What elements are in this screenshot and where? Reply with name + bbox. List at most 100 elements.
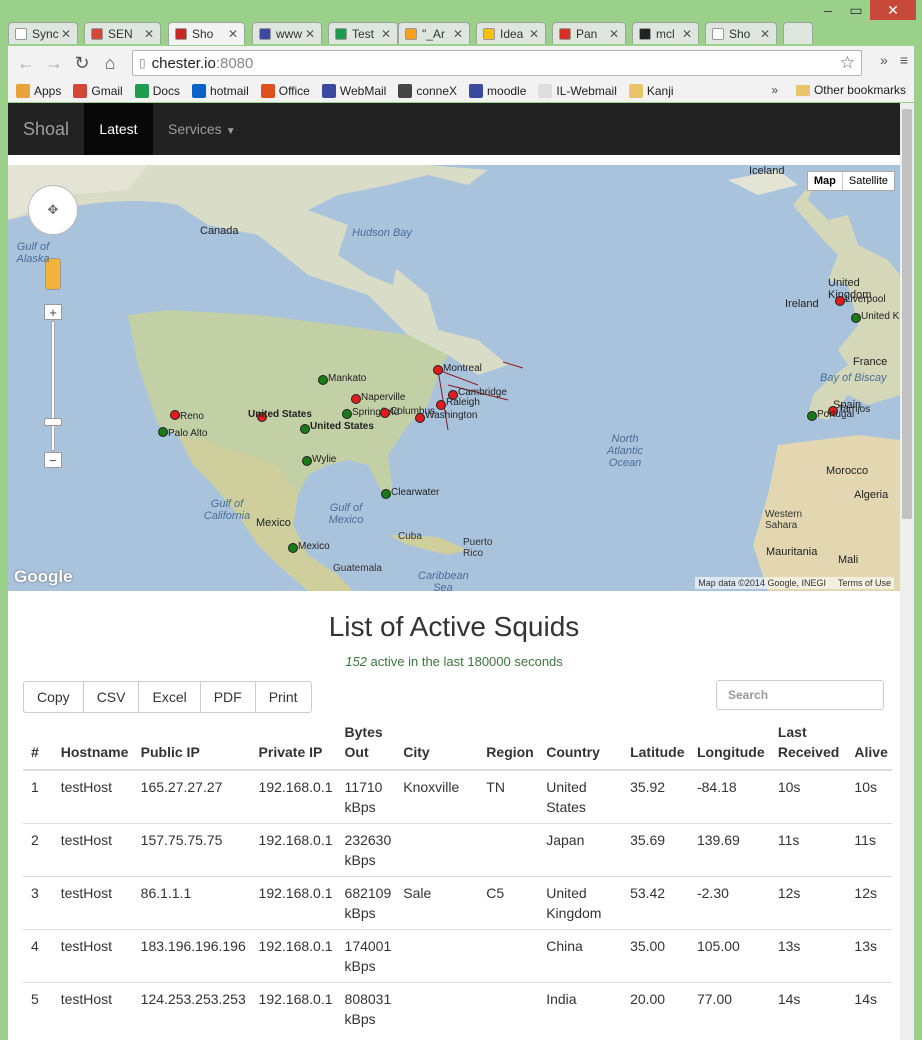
top-navbar: Shoal Latest Services ▼	[8, 103, 900, 155]
map-marker[interactable]	[318, 375, 328, 385]
search-input[interactable]: Search	[716, 680, 884, 710]
map-marker[interactable]	[288, 543, 298, 553]
map-marker[interactable]	[302, 456, 312, 466]
home-icon[interactable]: ⌂	[96, 49, 124, 77]
tab-close-icon[interactable]: ✕	[680, 27, 694, 41]
outlook-icon	[192, 84, 207, 98]
browser-tab[interactable]: Idea ✕	[476, 22, 546, 44]
tab-close-icon[interactable]: ✕	[527, 27, 541, 41]
column-header[interactable]: #	[23, 718, 53, 771]
print-button[interactable]: Print	[254, 681, 312, 713]
table-cell: -2.30	[688, 876, 770, 930]
map-marker[interactable]	[351, 394, 361, 404]
column-header[interactable]: Bytes Out	[336, 718, 396, 771]
copy-button[interactable]: Copy	[23, 681, 84, 713]
map-marker[interactable]	[807, 411, 817, 421]
table-cell: 232630 kBps	[336, 823, 396, 877]
column-header[interactable]: City	[395, 718, 479, 771]
bookmark-item[interactable]: Gmail	[73, 84, 123, 98]
browser-tab[interactable]: Sho ✕	[705, 22, 777, 44]
column-header[interactable]: Public IP	[132, 718, 251, 771]
bookmark-star-icon[interactable]: ☆	[840, 53, 855, 73]
column-header[interactable]: Private IP	[250, 718, 337, 771]
bookmark-item[interactable]: Office	[260, 84, 310, 98]
browser-tab[interactable]: Sync ✕	[8, 22, 78, 44]
bookmark-item[interactable]: Apps	[16, 84, 61, 98]
map-marker[interactable]	[835, 296, 845, 306]
csv-button[interactable]: CSV	[82, 681, 140, 713]
brand-link[interactable]: Shoal	[23, 119, 69, 140]
browser-tab[interactable]: www ✕	[252, 22, 322, 44]
table-cell: 86.1.1.1	[132, 876, 251, 930]
zoom-slider[interactable]	[51, 321, 55, 451]
tab-close-icon[interactable]: ✕	[379, 27, 393, 41]
pdf-button[interactable]: PDF	[199, 681, 256, 713]
zoom-in-icon[interactable]: +	[44, 304, 62, 320]
favicon-icon	[259, 27, 271, 40]
pan-control-icon[interactable]: ✥	[28, 185, 78, 235]
browser-tab[interactable]: SEN ✕	[84, 22, 161, 44]
tab-close-icon[interactable]: ✕	[303, 27, 317, 41]
map-marker[interactable]	[300, 424, 310, 434]
bookmark-item[interactable]: WebMail	[321, 84, 386, 98]
nav-latest[interactable]: Latest	[84, 103, 153, 155]
map-marker[interactable]	[380, 408, 390, 418]
tab-close-icon[interactable]: ✕	[226, 27, 240, 41]
address-bar[interactable]: ▯ chester.io:8080 ☆	[132, 50, 862, 76]
back-icon[interactable]: ←	[12, 49, 40, 77]
column-header[interactable]: Hostname	[52, 718, 133, 771]
browser-tab[interactable]: mcl ✕	[632, 22, 699, 44]
terms-link[interactable]: Terms of Use	[838, 578, 891, 588]
new-tab-button[interactable]	[783, 22, 813, 44]
column-header[interactable]: Region	[478, 718, 539, 771]
browser-tab[interactable]: Pan ✕	[552, 22, 626, 44]
column-header[interactable]: Last Received	[769, 718, 847, 771]
excel-button[interactable]: Excel	[138, 681, 201, 713]
browser-tab[interactable]: Test ✕	[328, 22, 398, 44]
map-type-map[interactable]: Map	[808, 172, 843, 190]
column-header[interactable]: Longitude	[688, 718, 770, 771]
bookmark-item[interactable]: conneX	[398, 84, 457, 98]
map-marker[interactable]	[851, 313, 861, 323]
map-marker[interactable]	[381, 489, 391, 499]
tab-close-icon[interactable]: ✕	[142, 27, 156, 41]
nav-services-dropdown[interactable]: Services ▼	[168, 121, 236, 137]
extensions-overflow-icon[interactable]: »	[880, 52, 888, 68]
bookmark-item[interactable]: IL-Webmail	[538, 84, 617, 98]
tab-close-icon[interactable]: ✕	[59, 27, 73, 41]
bookmarks-overflow-icon[interactable]: »	[771, 83, 778, 97]
bookmark-item[interactable]: Docs	[134, 84, 180, 98]
page-scrollbar[interactable]	[900, 103, 914, 1040]
tab-close-icon[interactable]: ✕	[758, 27, 772, 41]
map-marker[interactable]	[170, 410, 180, 420]
tab-close-icon[interactable]: ✕	[451, 27, 465, 41]
zoom-out-icon[interactable]: −	[44, 452, 62, 468]
folder-icon	[795, 84, 810, 96]
bookmark-item[interactable]: Kanji	[628, 84, 674, 98]
browser-tab[interactable]: Sho ✕	[168, 22, 245, 45]
bookmark-item[interactable]: moodle	[469, 84, 526, 98]
close-icon[interactable]: ✕	[870, 0, 916, 20]
column-header[interactable]: Alive	[846, 718, 892, 771]
zoom-slider-handle[interactable]	[44, 418, 62, 426]
maximize-icon[interactable]: ▭	[842, 0, 870, 20]
map-type-satellite[interactable]: Satellite	[843, 172, 894, 190]
scrollbar-thumb[interactable]	[902, 109, 912, 519]
bookmark-item[interactable]: hotmail	[192, 84, 249, 98]
browser-tab[interactable]: "_Ar ✕	[398, 22, 470, 44]
tab-close-icon[interactable]: ✕	[607, 27, 621, 41]
map-marker[interactable]	[436, 400, 446, 410]
reload-icon[interactable]: ↻	[68, 49, 96, 77]
column-header[interactable]: Country	[538, 718, 623, 771]
other-bookmarks[interactable]: Other bookmarks	[795, 83, 906, 97]
map-marker[interactable]	[433, 365, 443, 375]
menu-icon[interactable]: ≡	[900, 52, 908, 68]
map-marker[interactable]	[415, 413, 425, 423]
map-marker[interactable]	[342, 409, 352, 419]
table-cell: C5	[478, 876, 539, 930]
map-marker[interactable]	[158, 427, 168, 437]
minimize-icon[interactable]: –	[814, 0, 842, 20]
squid-map[interactable]: Map Satellite ✥ + − Iceland Canada Hudso…	[8, 165, 900, 591]
column-header[interactable]: Latitude	[622, 718, 689, 771]
forward-icon[interactable]: →	[40, 49, 68, 77]
